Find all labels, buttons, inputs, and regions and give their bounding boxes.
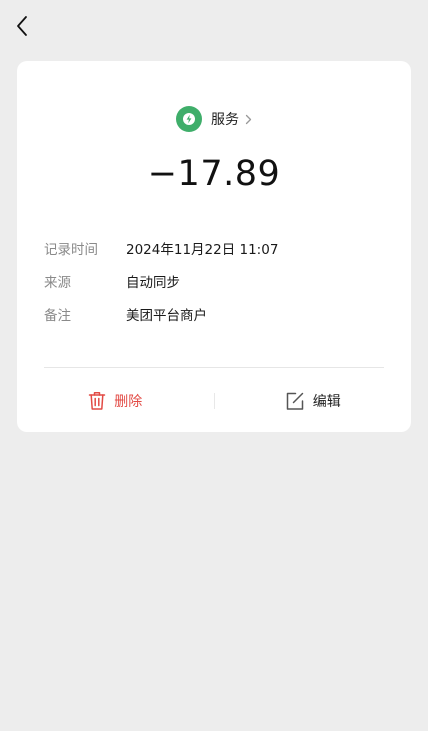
detail-row-note: 备注 美团平台商户 xyxy=(44,297,384,330)
divider xyxy=(44,367,384,368)
detail-value: 美团平台商户 xyxy=(126,307,207,324)
chevron-left-icon xyxy=(15,15,29,41)
detail-value: 2024年11月22日 11:07 xyxy=(126,241,279,258)
category-label: 服务 xyxy=(211,112,239,128)
detail-value: 自动同步 xyxy=(126,274,180,291)
edit-button[interactable]: 编辑 xyxy=(215,379,412,423)
delete-button[interactable]: 删除 xyxy=(17,379,214,423)
edit-icon xyxy=(285,391,305,411)
detail-label: 备注 xyxy=(44,307,71,324)
detail-row-source: 来源 自动同步 xyxy=(44,264,384,297)
delete-label: 删除 xyxy=(114,394,143,410)
detail-label: 来源 xyxy=(44,274,71,291)
top-bar xyxy=(0,0,428,56)
trash-icon xyxy=(88,391,106,411)
action-bar: 删除 编辑 xyxy=(17,379,411,423)
edit-label: 编辑 xyxy=(312,394,341,410)
service-bolt-icon xyxy=(176,106,202,132)
amount: −17.89 xyxy=(147,154,281,194)
detail-list: 记录时间 2024年11月22日 11:07 来源 自动同步 备注 美团平台商户 xyxy=(44,231,384,330)
detail-row-time: 记录时间 2024年11月22日 11:07 xyxy=(44,231,384,264)
record-detail-card: 服务 −17.89 记录时间 2024年11月22日 11:07 来源 自动同步… xyxy=(17,61,411,432)
category-link[interactable]: 服务 xyxy=(17,105,411,133)
detail-label: 记录时间 xyxy=(44,241,98,258)
chevron-right-icon xyxy=(245,114,252,125)
back-button[interactable] xyxy=(10,14,34,42)
